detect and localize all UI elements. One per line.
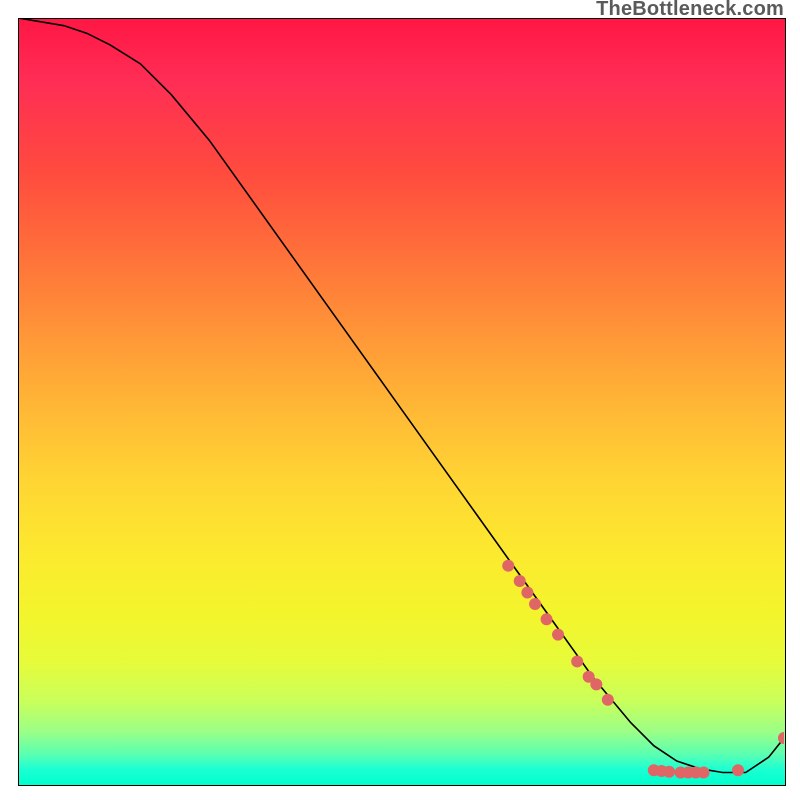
chart-markers-group: [502, 560, 784, 779]
chart-marker: [541, 613, 553, 625]
chart-marker: [502, 560, 514, 572]
chart-container: TheBottleneck.com: [0, 0, 800, 800]
chart-svg: [18, 18, 784, 784]
chart-marker: [778, 732, 784, 744]
chart-marker: [552, 629, 564, 641]
watermark-text: TheBottleneck.com: [596, 0, 784, 21]
chart-marker: [571, 655, 583, 667]
chart-curve: [18, 18, 784, 773]
chart-marker: [602, 694, 614, 706]
chart-marker: [590, 678, 602, 690]
chart-marker: [529, 598, 541, 610]
chart-marker: [514, 575, 526, 587]
chart-marker: [732, 764, 744, 776]
chart-marker: [521, 587, 533, 599]
chart-marker: [698, 767, 710, 779]
chart-marker: [663, 766, 675, 778]
